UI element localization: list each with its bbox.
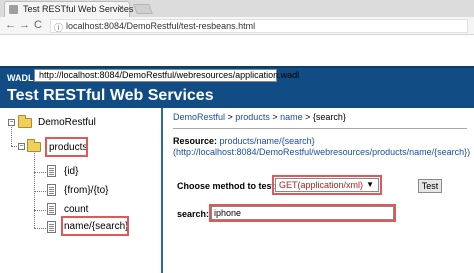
breadcrumb-search: {search} (312, 112, 346, 122)
breadcrumb-separator: > (269, 112, 281, 122)
address-bar-url: localhost:8084/DemoRestful/test-resbeans… (66, 21, 256, 31)
collapse-products-icon[interactable]: − (18, 143, 25, 150)
tree-item-from-to[interactable]: {from}/{to} (64, 185, 108, 196)
tree-connector (34, 228, 46, 229)
search-label: search: (177, 209, 210, 219)
tree-connector (11, 127, 12, 146)
document-icon (47, 184, 56, 196)
tree-item-id[interactable]: {id} (64, 166, 78, 177)
breadcrumb: DemoRestful > products > name > {search} (173, 112, 346, 122)
highlight-name-search (61, 216, 129, 236)
breadcrumb-name[interactable]: name (280, 112, 303, 122)
page-icon (9, 5, 18, 14)
reload-icon[interactable]: C (34, 19, 42, 31)
app-header: WADL : http://localhost:8084/DemoRestful… (0, 66, 474, 108)
folder-open-icon (18, 115, 32, 128)
address-bar[interactable]: ⓘ localhost:8084/DemoRestful/test-resbea… (50, 19, 468, 33)
collapse-root-icon[interactable]: − (8, 119, 15, 126)
info-icon[interactable]: ⓘ (54, 21, 63, 34)
new-tab-button[interactable] (133, 4, 153, 14)
highlight-method-select (272, 175, 382, 195)
highlight-products (45, 137, 88, 157)
browser-tab-strip: Test RESTful Web Services × (0, 0, 474, 17)
resource-path-link[interactable]: products/name/{search} (220, 136, 315, 146)
document-icon (47, 221, 56, 233)
tree-item-count[interactable]: count (64, 204, 88, 215)
tree-connector (34, 210, 46, 211)
folder-open-icon (27, 139, 41, 152)
tree-connector (34, 172, 46, 173)
breadcrumb-products[interactable]: products (235, 112, 270, 122)
divider (173, 128, 467, 129)
breadcrumb-demorestful[interactable]: DemoRestful (173, 112, 225, 122)
forward-arrow-icon[interactable]: → (19, 19, 30, 31)
resource-full-url[interactable]: (http://localhost:8084/DemoRestful/webre… (173, 147, 470, 157)
page-blank-area (0, 35, 474, 66)
browser-tab[interactable]: Test RESTful Web Services × (4, 1, 134, 17)
tree-root-demorestful[interactable]: DemoRestful (38, 117, 96, 128)
highlight-search-input (209, 204, 396, 222)
tab-title: Test RESTful Web Services (23, 4, 134, 14)
tree-connector (34, 191, 46, 192)
wadl-url-link[interactable]: http://localhost:8084/DemoRestful/webres… (34, 69, 299, 82)
breadcrumb-separator: > (302, 112, 313, 122)
page-title: Test RESTful Web Services (7, 87, 214, 104)
resource-label: Resource: (173, 136, 218, 146)
resource-tree: − DemoRestful − products {id} {from}/{to… (0, 108, 163, 273)
browser-toolbar: ← → C ⓘ localhost:8084/DemoRestful/test-… (0, 17, 474, 35)
close-tab-icon[interactable]: × (118, 3, 124, 14)
resource-detail-pane: DemoRestful > products > name > {search}… (165, 108, 474, 273)
resource-heading: Resource: products/name/{search} (173, 136, 315, 146)
method-label: Choose method to test: (177, 181, 278, 191)
document-icon (47, 203, 56, 215)
back-arrow-icon[interactable]: ← (5, 19, 16, 31)
document-icon (47, 165, 56, 177)
breadcrumb-separator: > (225, 112, 236, 122)
test-button[interactable]: Test (418, 179, 442, 193)
